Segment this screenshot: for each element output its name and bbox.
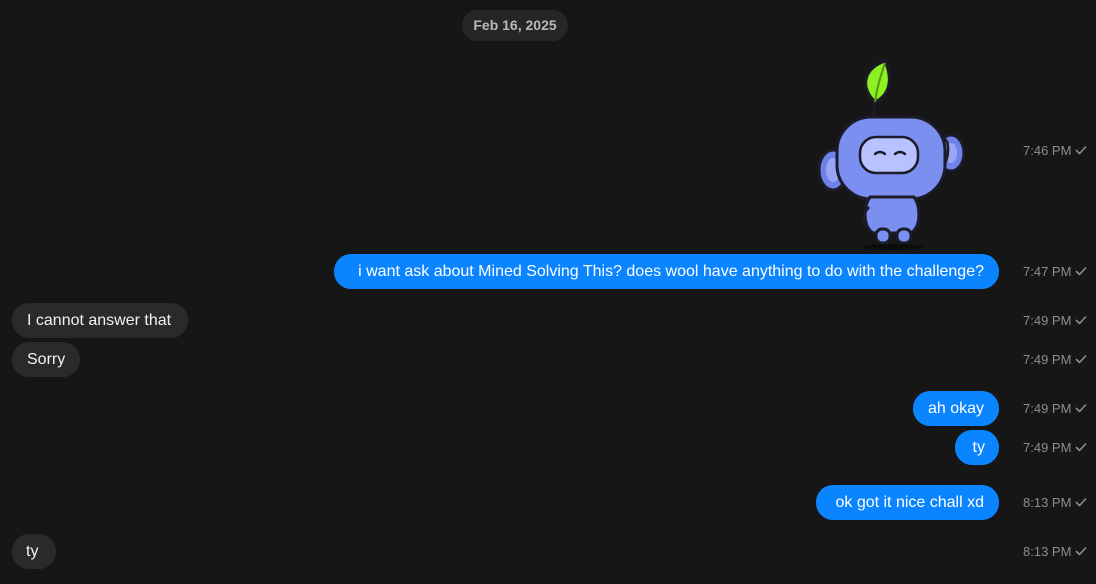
message-meta: 8:13 PM xyxy=(1023,492,1088,513)
message-meta: 7:49 PM xyxy=(1023,398,1088,419)
date-separator: Feb 16, 2025 xyxy=(462,10,568,41)
message-text: I cannot answer that xyxy=(27,312,172,329)
message-text: ty xyxy=(972,439,985,456)
message-time: 7:49 PM xyxy=(1023,351,1072,367)
incoming-message-bubble[interactable]: Sorry xyxy=(12,342,80,377)
check-icon xyxy=(1075,542,1088,562)
outgoing-message-bubble[interactable]: i want ask about Mined Solving This? doe… xyxy=(334,254,999,289)
outgoing-message-bubble[interactable]: ok got it nice chall xd xyxy=(816,485,999,520)
check-icon xyxy=(1075,350,1088,370)
check-icon xyxy=(1075,311,1088,331)
chat-thread[interactable]: Feb 16, 2025 7:46 PM i want ask about Mi… xyxy=(0,0,1096,584)
message-meta: 8:13 PM xyxy=(1023,541,1088,562)
check-icon xyxy=(1075,493,1088,513)
incoming-message-bubble[interactable]: ty xyxy=(12,534,56,569)
message-meta: 7:49 PM xyxy=(1023,437,1088,458)
check-icon xyxy=(1075,262,1088,282)
incoming-message-bubble[interactable]: I cannot answer that xyxy=(12,303,188,338)
message-time: 8:13 PM xyxy=(1023,543,1072,559)
message-time: 8:13 PM xyxy=(1023,494,1072,510)
outgoing-message-bubble[interactable]: ty xyxy=(955,430,999,465)
message-time: 7:47 PM xyxy=(1023,263,1072,279)
message-text: Sorry xyxy=(27,351,66,368)
message-meta: 7:49 PM xyxy=(1023,349,1088,370)
check-icon xyxy=(1075,141,1088,161)
sticker-message[interactable] xyxy=(815,57,970,250)
message-time: 7:49 PM xyxy=(1023,312,1072,328)
message-meta: 7:49 PM xyxy=(1023,310,1088,331)
message-meta: 7:46 PM xyxy=(1023,140,1088,161)
check-icon xyxy=(1075,399,1088,419)
message-text: i want ask about Mined Solving This? doe… xyxy=(358,263,984,280)
message-meta: 7:47 PM xyxy=(1023,261,1088,282)
message-time: 7:49 PM xyxy=(1023,439,1072,455)
message-text: ty xyxy=(26,543,39,560)
message-time: 7:46 PM xyxy=(1023,142,1072,158)
wumpus-sticker-icon xyxy=(817,59,966,250)
message-text: ok got it nice chall xd xyxy=(835,494,984,511)
message-time: 7:49 PM xyxy=(1023,400,1072,416)
check-icon xyxy=(1075,438,1088,458)
message-text: ah okay xyxy=(928,400,985,417)
outgoing-message-bubble[interactable]: ah okay xyxy=(913,391,999,426)
